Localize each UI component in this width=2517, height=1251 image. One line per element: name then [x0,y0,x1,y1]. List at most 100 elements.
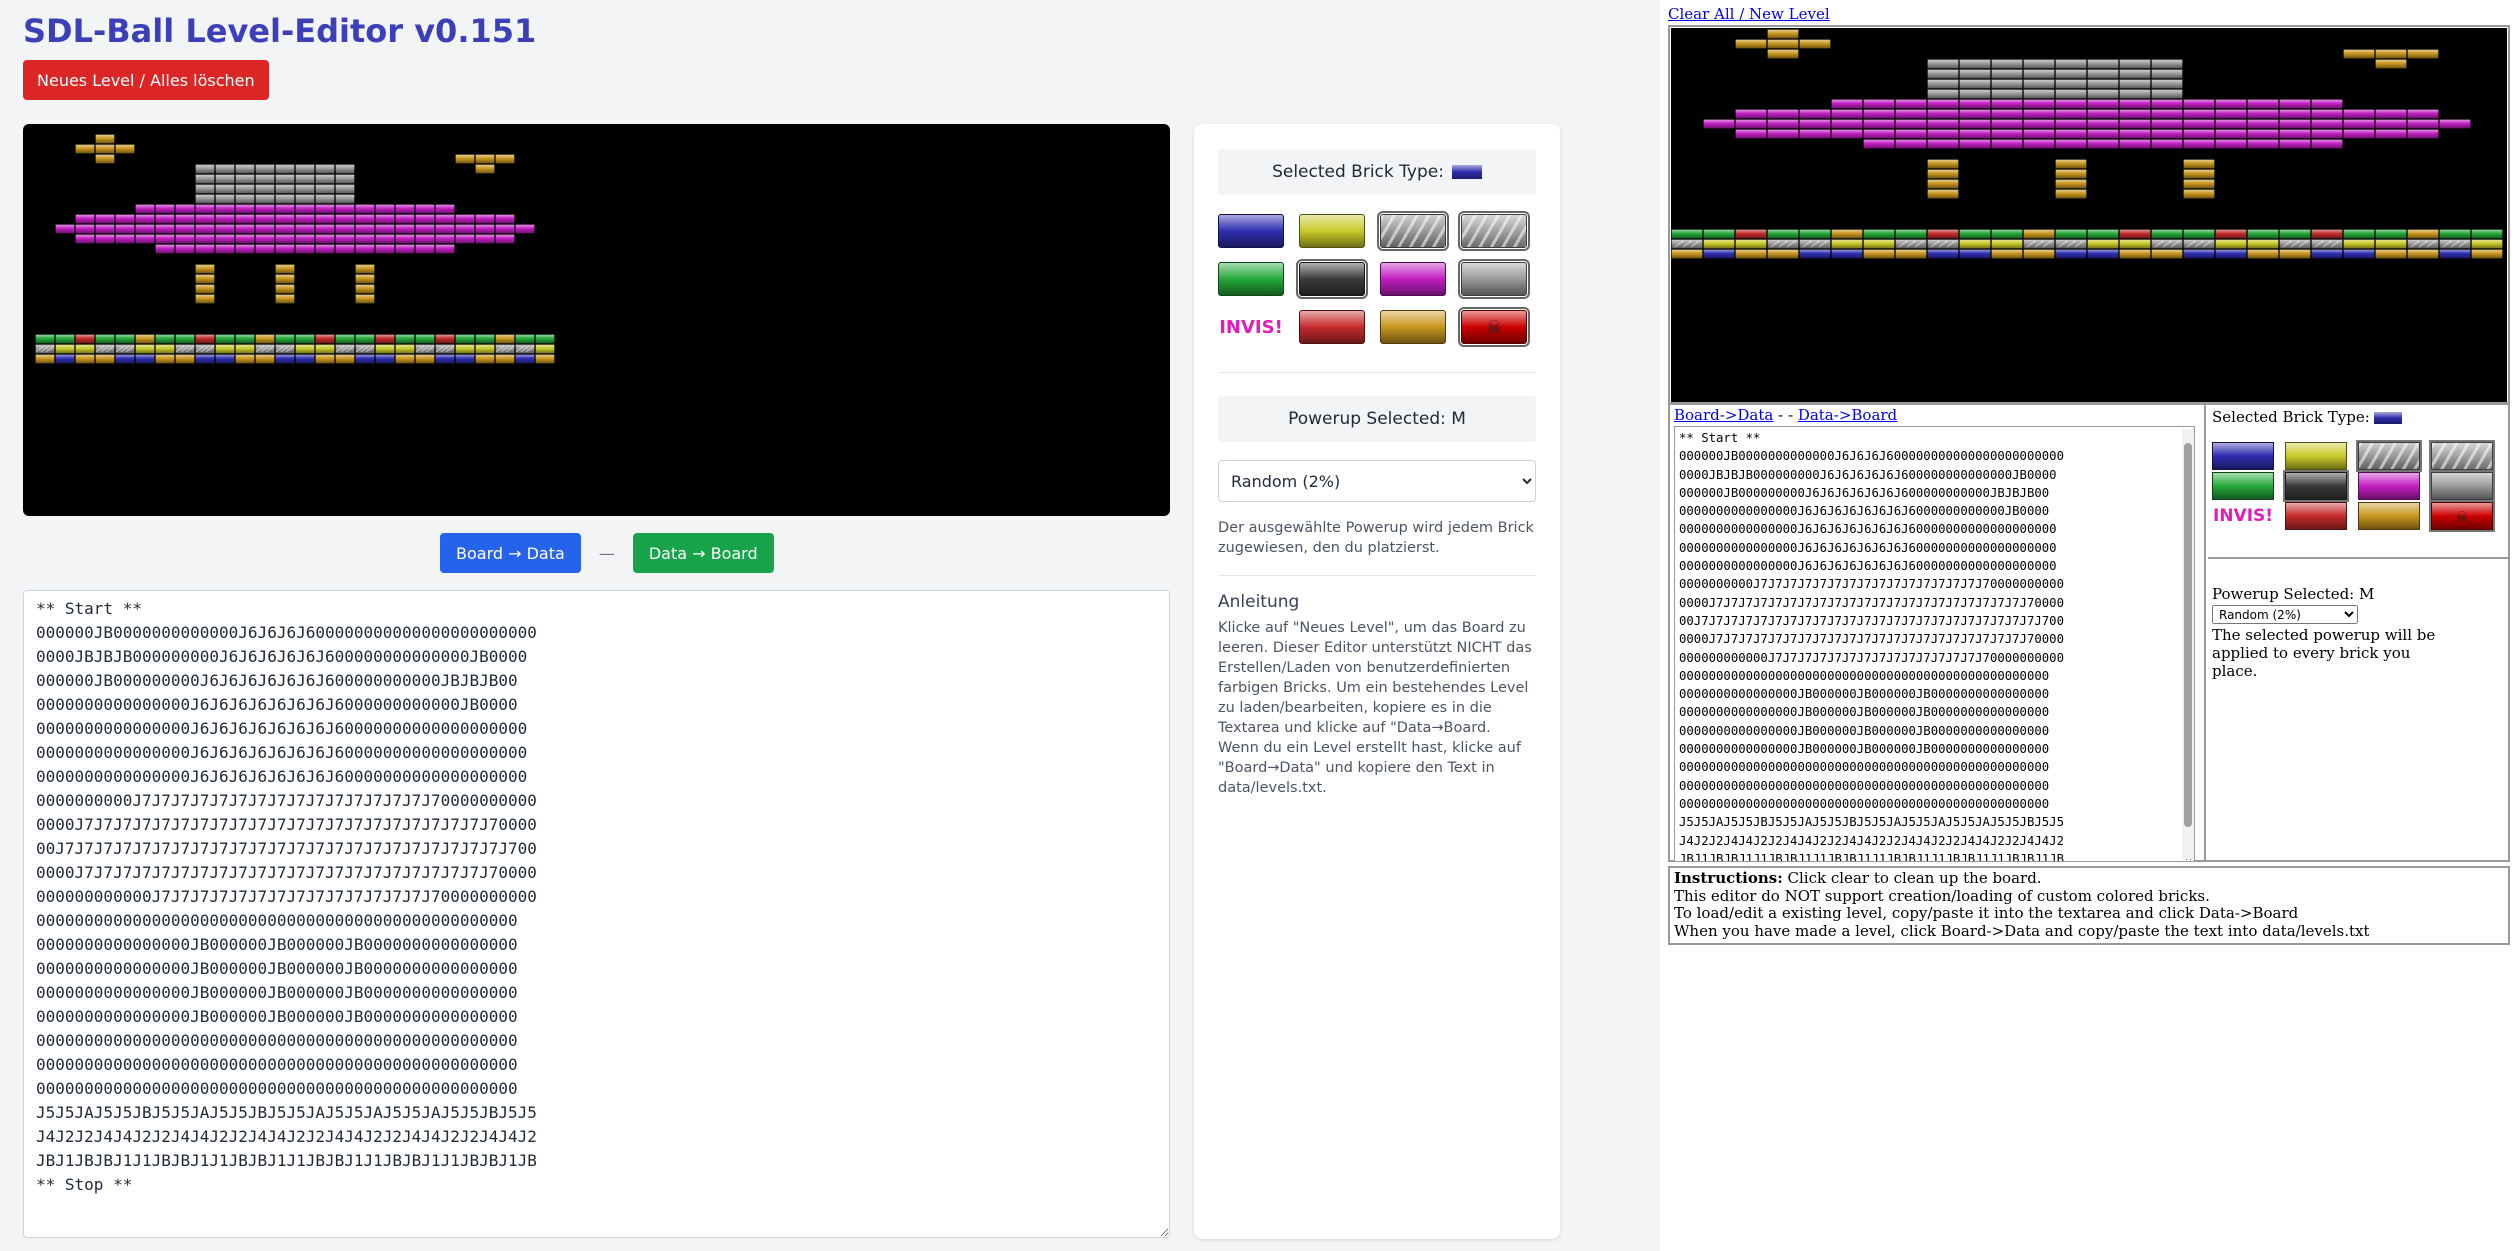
brick[interactable] [135,234,155,244]
brick[interactable] [475,214,495,224]
brick[interactable] [275,294,295,304]
brick[interactable] [135,354,155,364]
brick[interactable] [395,204,415,214]
brick[interactable] [1831,99,1863,109]
brick[interactable] [475,224,495,234]
brick[interactable] [215,194,235,204]
brick-swatch-green[interactable] [2212,472,2274,500]
brick[interactable] [75,354,95,364]
brick[interactable] [275,184,295,194]
brick[interactable] [2183,159,2215,169]
brick[interactable] [2215,239,2247,249]
brick-swatch-glass[interactable] [1377,211,1449,251]
brick[interactable] [2055,159,2087,169]
brick[interactable] [335,184,355,194]
brick[interactable] [275,354,295,364]
brick-swatch-purple[interactable] [2358,472,2420,500]
brick[interactable] [1991,249,2023,259]
brick[interactable] [435,214,455,224]
brick[interactable] [115,144,135,154]
brick-swatch-gold[interactable] [2358,502,2420,530]
brick[interactable] [95,234,115,244]
scrollbar-thumb[interactable] [2184,443,2192,827]
legacy-powerup-select[interactable]: Random (2%) [2212,605,2358,624]
brick[interactable] [2119,249,2151,259]
brick[interactable] [2023,79,2055,89]
brick[interactable] [2183,229,2215,239]
brick[interactable] [315,184,335,194]
brick[interactable] [2151,89,2183,99]
brick[interactable] [1735,239,1767,249]
brick[interactable] [2087,119,2119,129]
brick[interactable] [315,204,335,214]
brick[interactable] [2183,139,2215,149]
brick[interactable] [375,344,395,354]
brick[interactable] [1767,119,1799,129]
brick[interactable] [435,204,455,214]
brick[interactable] [75,144,95,154]
brick[interactable] [2247,129,2279,139]
brick[interactable] [315,174,335,184]
brick[interactable] [2087,99,2119,109]
brick[interactable] [2183,179,2215,189]
brick[interactable] [2087,129,2119,139]
brick[interactable] [55,224,75,234]
brick[interactable] [2151,109,2183,119]
brick[interactable] [495,234,515,244]
brick[interactable] [2055,79,2087,89]
brick[interactable] [1927,179,1959,189]
brick-swatch-black[interactable] [2283,470,2349,502]
brick-swatch-yellow[interactable] [1299,214,1365,248]
brick[interactable] [1927,229,1959,239]
brick[interactable] [295,244,315,254]
brick[interactable] [1767,129,1799,139]
brick[interactable] [495,334,515,344]
brick[interactable] [415,334,435,344]
brick[interactable] [455,354,475,364]
brick[interactable] [415,204,435,214]
brick[interactable] [95,214,115,224]
brick[interactable] [195,234,215,244]
brick[interactable] [1895,229,1927,239]
brick[interactable] [355,334,375,344]
brick[interactable] [75,334,95,344]
brick[interactable] [75,234,95,244]
brick-swatch-cement[interactable] [2429,440,2495,472]
brick[interactable] [215,214,235,224]
brick[interactable] [275,174,295,184]
brick[interactable] [455,214,475,224]
brick[interactable] [1831,109,1863,119]
brick[interactable] [2311,249,2343,259]
brick[interactable] [2119,69,2151,79]
brick-swatch-yellow[interactable] [2285,442,2347,470]
brick[interactable] [2247,139,2279,149]
brick[interactable] [335,214,355,224]
brick[interactable] [2055,69,2087,79]
brick[interactable] [155,224,175,234]
brick[interactable] [2407,229,2439,239]
brick[interactable] [535,344,555,354]
brick[interactable] [175,204,195,214]
brick[interactable] [135,344,155,354]
brick[interactable] [2215,109,2247,119]
brick[interactable] [2087,239,2119,249]
brick[interactable] [2087,139,2119,149]
brick[interactable] [2087,229,2119,239]
brick[interactable] [2055,119,2087,129]
brick[interactable] [2311,229,2343,239]
brick[interactable] [1927,159,1959,169]
clear-all-link[interactable]: Clear All / New Level [1668,5,1830,23]
brick[interactable] [415,354,435,364]
brick-swatch-black[interactable] [1296,259,1368,299]
brick[interactable] [2023,229,2055,239]
brick[interactable] [2439,249,2471,259]
brick[interactable] [175,214,195,224]
brick[interactable] [335,354,355,364]
brick[interactable] [2247,99,2279,109]
brick[interactable] [2247,249,2279,259]
brick[interactable] [2087,59,2119,69]
brick[interactable] [1895,99,1927,109]
brick[interactable] [1863,129,1895,139]
brick[interactable] [455,224,475,234]
brick[interactable] [435,334,455,344]
